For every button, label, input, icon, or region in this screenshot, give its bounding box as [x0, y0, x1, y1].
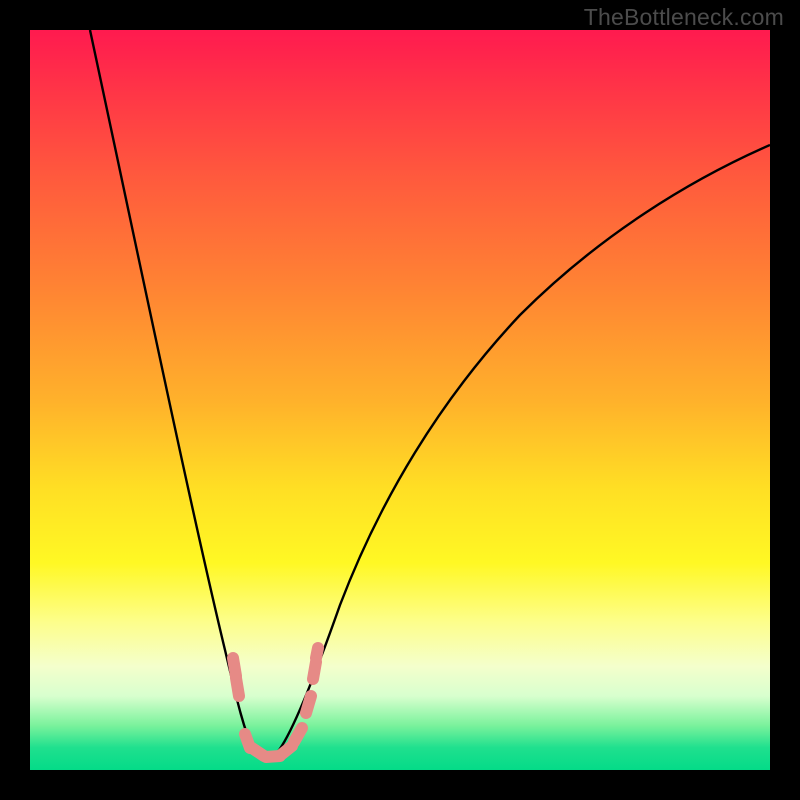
- watermark-text: TheBottleneck.com: [584, 4, 784, 31]
- chart-frame: [30, 30, 770, 770]
- chart-background-gradient: [30, 30, 770, 770]
